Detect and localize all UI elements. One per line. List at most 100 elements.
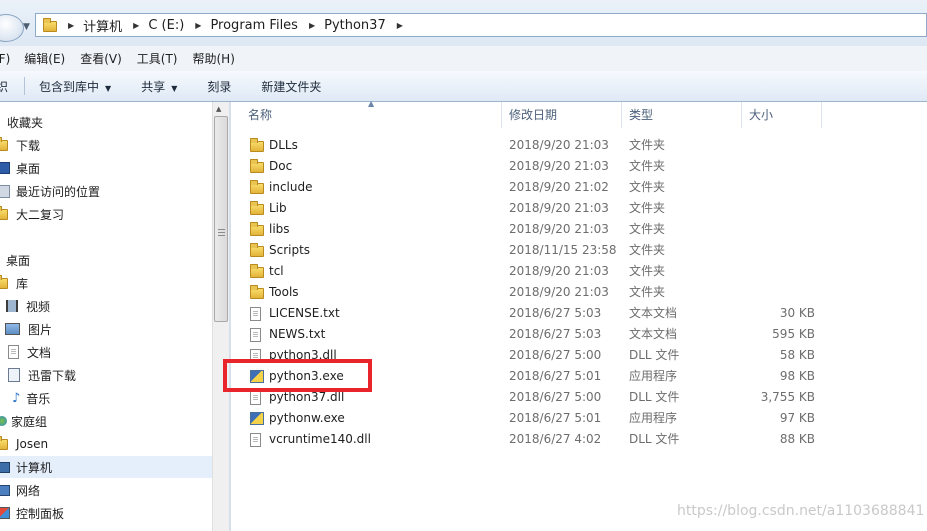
music-icon: ♪ xyxy=(12,390,21,406)
nav-music-label: 音乐 xyxy=(26,391,51,406)
file-icon xyxy=(250,222,264,239)
file-row[interactable]: Doc 2018/9/20 21:03 文件夹 xyxy=(231,156,927,177)
nav-downloads-label: 下载 xyxy=(16,138,41,153)
application-icon xyxy=(250,370,264,383)
file-date: 2018/9/20 21:03 xyxy=(509,264,609,278)
library-icon xyxy=(0,274,8,289)
file-row[interactable]: Scripts 2018/11/15 23:58 文件夹 xyxy=(231,240,927,261)
file-date: 2018/11/15 23:58 xyxy=(509,243,617,257)
nav-network[interactable]: 网络 xyxy=(0,479,40,501)
text-file-icon xyxy=(250,307,261,321)
file-size xyxy=(749,135,815,156)
folder-icon xyxy=(8,368,20,382)
nav-documents[interactable]: 文档 xyxy=(0,341,51,363)
breadcrumb-drive[interactable]: C (E:) xyxy=(148,18,184,33)
nav-daer[interactable]: 大二复习 xyxy=(0,203,64,225)
file-row[interactable]: include 2018/9/20 21:02 文件夹 xyxy=(231,177,927,198)
nav-favorites[interactable]: 收藏夹 xyxy=(7,111,43,133)
file-type: 文件夹 xyxy=(629,285,666,299)
file-size xyxy=(749,282,815,303)
back-button[interactable] xyxy=(0,14,24,42)
address-bar[interactable]: ▶ 计算机 ▶ C (E:) ▶ Program Files ▶ Python3… xyxy=(35,13,927,37)
nav-homegroup[interactable]: 家庭组 xyxy=(0,410,47,432)
new-folder-button[interactable]: 新建文件夹 xyxy=(261,78,321,95)
nav-desktop[interactable]: 桌面 xyxy=(0,157,40,179)
crumb-arrow-icon[interactable]: ▶ xyxy=(195,21,201,30)
file-row[interactable]: pythonw.exe 2018/6/27 5:01 应用程序 97 KB xyxy=(231,408,927,429)
file-date: 2018/6/27 5:00 xyxy=(509,348,602,362)
file-row[interactable]: NEWS.txt 2018/6/27 5:03 文本文档 595 KB xyxy=(231,324,927,345)
folder-icon xyxy=(0,205,8,220)
dll-file-icon xyxy=(250,349,261,363)
file-row[interactable]: python3.exe 2018/6/27 5:01 应用程序 98 KB xyxy=(231,366,927,387)
nav-user[interactable]: Josen xyxy=(0,433,48,455)
file-row[interactable]: Tools 2018/9/20 21:03 文件夹 xyxy=(231,282,927,303)
crumb-arrow-icon[interactable]: ▶ xyxy=(68,21,74,30)
column-header-size[interactable]: 大小 xyxy=(742,102,822,128)
file-icon xyxy=(250,328,261,345)
nav-desktop-root[interactable]: 桌面 xyxy=(6,249,30,271)
history-dropdown-icon[interactable]: ▼ xyxy=(23,22,30,32)
file-icon xyxy=(250,201,264,218)
nav-recent[interactable]: 最近访问的位置 xyxy=(0,180,100,202)
file-row[interactable]: libs 2018/9/20 21:03 文件夹 xyxy=(231,219,927,240)
file-row[interactable]: python3.dll 2018/6/27 5:00 DLL 文件 58 KB xyxy=(231,345,927,366)
column-header-date[interactable]: 修改日期 xyxy=(502,102,622,128)
file-size xyxy=(749,261,815,282)
file-type: 应用程序 xyxy=(629,369,678,383)
menu-view[interactable]: 查看(V) xyxy=(80,50,122,67)
nav-network-label: 网络 xyxy=(16,483,41,498)
scroll-up-icon[interactable]: ▲ xyxy=(216,105,221,113)
nav-libraries[interactable]: 库 xyxy=(0,272,28,294)
file-icon xyxy=(250,264,264,281)
burn-button[interactable]: 刻录 xyxy=(207,78,231,95)
nav-desktop-label: 桌面 xyxy=(16,161,41,176)
nav-xunlei[interactable]: 迅雷下载 xyxy=(0,364,76,386)
file-icon xyxy=(250,349,261,366)
file-size: 97 KB xyxy=(779,411,815,425)
file-name: Doc xyxy=(269,159,293,173)
crumb-arrow-icon[interactable]: ▶ xyxy=(397,21,403,30)
file-row[interactable]: LICENSE.txt 2018/6/27 5:03 文本文档 30 KB xyxy=(231,303,927,324)
folder-icon xyxy=(250,243,264,257)
column-header-type[interactable]: 类型 xyxy=(622,102,742,128)
share-button[interactable]: 共享 ▼ xyxy=(141,78,177,95)
menu-edit[interactable]: 编辑(E) xyxy=(24,50,65,67)
breadcrumb-computer[interactable]: 计算机 xyxy=(83,16,122,35)
nav-computer-label: 计算机 xyxy=(16,460,53,475)
file-row[interactable]: tcl 2018/9/20 21:03 文件夹 xyxy=(231,261,927,282)
crumb-arrow-icon[interactable]: ▶ xyxy=(309,21,315,30)
nav-control-panel[interactable]: 控制面板 xyxy=(0,502,64,524)
nav-computer[interactable]: 计算机 xyxy=(0,456,212,478)
menu-help[interactable]: 帮助(H) xyxy=(193,50,235,67)
include-in-library-button[interactable]: 包含到库中 ▼ xyxy=(39,78,111,95)
file-name: include xyxy=(269,180,313,194)
file-row[interactable]: vcruntime140.dll 2018/6/27 4:02 DLL 文件 88 K… xyxy=(231,429,927,450)
nav-control-panel-label: 控制面板 xyxy=(16,506,65,521)
breadcrumb-program-files[interactable]: Program Files xyxy=(210,18,298,33)
breadcrumb-python37[interactable]: Python37 xyxy=(324,18,386,33)
menu-tools[interactable]: 工具(T) xyxy=(137,50,178,67)
file-date: 2018/6/27 5:03 xyxy=(509,327,602,341)
nav-scrollbar[interactable]: ▲ xyxy=(212,102,229,531)
nav-daer-label: 大二复习 xyxy=(16,207,65,222)
file-icon xyxy=(250,412,264,428)
nav-downloads[interactable]: 下载 xyxy=(0,134,40,156)
file-icon xyxy=(250,391,261,408)
file-row[interactable]: DLLs 2018/9/20 21:03 文件夹 xyxy=(231,135,927,156)
dll-file-icon xyxy=(250,391,261,405)
file-type: 应用程序 xyxy=(629,411,678,425)
nav-scrollbar-thumb[interactable] xyxy=(214,116,228,322)
organize-button[interactable]: 织 xyxy=(0,78,8,95)
file-row[interactable]: Lib 2018/9/20 21:03 文件夹 xyxy=(231,198,927,219)
file-list: 名称 ▲ 修改日期 类型 大小 DLLs 2018/9/20 21:03 文件夹 Do… xyxy=(231,99,927,531)
file-type: 文件夹 xyxy=(629,138,666,152)
file-row[interactable]: python37.dll 2018/6/27 5:00 DLL 文件 3,755 KB xyxy=(231,387,927,408)
nav-music[interactable]: ♪ 音乐 xyxy=(0,387,50,409)
file-name: python37.dll xyxy=(269,390,345,404)
nav-videos[interactable]: 视频 xyxy=(0,295,50,317)
nav-pictures[interactable]: 图片 xyxy=(0,318,52,340)
crumb-arrow-icon[interactable]: ▶ xyxy=(133,21,139,30)
menu-file[interactable]: (F) xyxy=(0,52,10,66)
file-name: NEWS.txt xyxy=(269,327,326,341)
